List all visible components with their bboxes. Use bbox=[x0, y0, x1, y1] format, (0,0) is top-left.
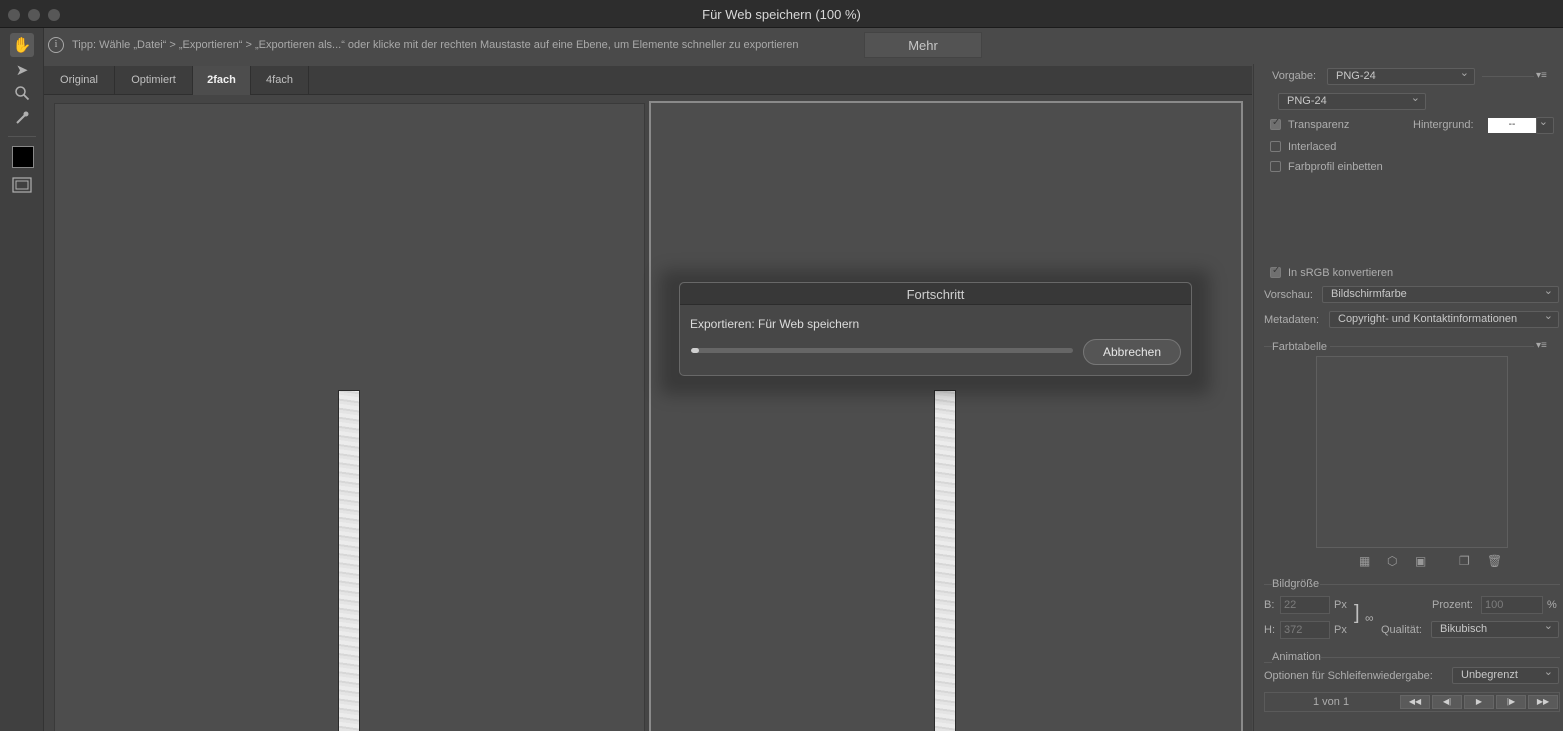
info-icon: i bbox=[48, 37, 64, 53]
srgb-checkbox[interactable] bbox=[1270, 265, 1281, 278]
progress-dialog-title: Fortschritt bbox=[680, 283, 1191, 305]
embed-profile-checkbox[interactable] bbox=[1270, 161, 1281, 172]
preset-select[interactable]: PNG-24 bbox=[1327, 68, 1475, 85]
percent-label: Prozent: bbox=[1432, 599, 1473, 611]
view-tabs: Original Optimiert 2fach 4fach bbox=[44, 66, 1252, 95]
hint-bar: i Tipp: Wähle „Datei“ > „Exportieren“ > … bbox=[44, 28, 1563, 64]
play-icon[interactable]: ▶ bbox=[1464, 695, 1494, 709]
map-transparent-icon[interactable]: ▦ bbox=[1359, 554, 1370, 568]
divider bbox=[1330, 346, 1534, 347]
preview-area bbox=[44, 95, 1252, 731]
divider bbox=[1482, 76, 1534, 77]
next-frame-icon[interactable]: |▶ bbox=[1496, 695, 1526, 709]
preview-select[interactable]: Bildschirmfarbe bbox=[1322, 286, 1559, 303]
height-unit: Px bbox=[1334, 624, 1347, 636]
loop-options-label: Optionen für Schleifenwiedergabe: bbox=[1264, 670, 1433, 682]
srgb-label: In sRGB konvertieren bbox=[1288, 267, 1394, 279]
transparency-checkbox[interactable] bbox=[1270, 117, 1281, 130]
progress-bar-fill bbox=[691, 348, 699, 353]
preset-menu-icon[interactable]: ▾≡ bbox=[1536, 70, 1547, 81]
preview-image bbox=[934, 390, 956, 731]
tool-separator bbox=[8, 136, 36, 137]
web-shift-icon[interactable]: ⬡ bbox=[1387, 554, 1397, 568]
divider bbox=[1264, 346, 1272, 347]
progress-message: Exportieren: Für Web speichern bbox=[690, 317, 860, 331]
preview-image bbox=[338, 390, 360, 731]
percent-unit: % bbox=[1547, 599, 1557, 611]
animation-frame-bar: 1 von 1 ◀◀ ◀| ▶ |▶ ▶▶ bbox=[1264, 692, 1560, 712]
eyedropper-icon[interactable] bbox=[10, 106, 34, 130]
metadata-label: Metadaten: bbox=[1264, 314, 1320, 326]
optimized-preview-pane[interactable] bbox=[649, 101, 1243, 731]
quality-select[interactable]: Bikubisch bbox=[1431, 621, 1559, 638]
percent-field[interactable]: 100 bbox=[1481, 596, 1543, 614]
progress-bar bbox=[691, 348, 1073, 353]
color-table[interactable] bbox=[1316, 356, 1508, 548]
background-dropdown[interactable] bbox=[1536, 117, 1554, 134]
background-color-select[interactable]: -- bbox=[1488, 118, 1536, 133]
slice-select-icon[interactable]: ➤ bbox=[10, 58, 34, 82]
settings-panel: Vorgabe: PNG-24 ▾≡ PNG-24 Transparenz Hi… bbox=[1253, 64, 1563, 731]
preset-label: Vorgabe: bbox=[1272, 70, 1317, 82]
preview-label: Vorschau: bbox=[1264, 289, 1313, 301]
height-field[interactable]: 372 bbox=[1280, 621, 1330, 639]
more-button[interactable]: Mehr bbox=[864, 32, 982, 58]
loop-select[interactable]: Unbegrenzt bbox=[1452, 667, 1559, 684]
original-preview-pane[interactable] bbox=[54, 103, 645, 731]
previous-frame-icon[interactable]: ◀| bbox=[1432, 695, 1462, 709]
interlaced-label: Interlaced bbox=[1288, 141, 1337, 153]
zoom-icon[interactable] bbox=[10, 81, 34, 105]
width-unit: Px bbox=[1334, 599, 1347, 611]
new-color-icon[interactable]: ❐ bbox=[1459, 554, 1470, 568]
hand-icon[interactable]: ✋ bbox=[10, 33, 34, 57]
link-bracket: ] bbox=[1354, 602, 1360, 624]
last-frame-icon[interactable]: ▶▶ bbox=[1528, 695, 1558, 709]
transparency-label: Transparenz bbox=[1288, 119, 1350, 131]
tab-optimized[interactable]: Optimiert bbox=[115, 66, 193, 95]
tab-4up[interactable]: 4fach bbox=[251, 66, 309, 95]
cancel-button[interactable]: Abbrechen bbox=[1083, 339, 1181, 365]
tab-2up[interactable]: 2fach bbox=[193, 66, 251, 95]
tab-original[interactable]: Original bbox=[44, 66, 115, 95]
interlaced-checkbox[interactable] bbox=[1270, 141, 1281, 152]
quality-label: Qualität: bbox=[1381, 624, 1422, 636]
link-icon[interactable]: ∞ bbox=[1365, 611, 1374, 625]
width-field[interactable]: 22 bbox=[1280, 596, 1330, 614]
width-label: B: bbox=[1264, 599, 1275, 611]
title-bar: Für Web speichern (100 %) bbox=[0, 0, 1563, 28]
hint-text: Tipp: Wähle „Datei“ > „Exportieren“ > „E… bbox=[72, 39, 799, 51]
first-frame-icon[interactable]: ◀◀ bbox=[1400, 695, 1430, 709]
divider bbox=[1320, 584, 1560, 585]
image-size-label: Bildgröße bbox=[1272, 578, 1320, 590]
background-label: Hintergrund: bbox=[1413, 119, 1474, 131]
divider bbox=[1320, 657, 1560, 658]
metadata-select[interactable]: Copyright- und Kontaktinformationen bbox=[1329, 311, 1559, 328]
preview-toggle-icon[interactable] bbox=[10, 173, 34, 197]
divider bbox=[1264, 662, 1272, 663]
progress-dialog: Fortschritt Exportieren: Für Web speiche… bbox=[679, 282, 1192, 376]
color-table-label: Farbtabelle bbox=[1272, 341, 1328, 353]
divider bbox=[1264, 584, 1272, 585]
color-table-menu-icon[interactable]: ▾≡ bbox=[1536, 340, 1547, 351]
frame-counter: 1 von 1 bbox=[1313, 696, 1350, 708]
height-label: H: bbox=[1264, 624, 1275, 636]
color-swatch[interactable] bbox=[12, 146, 34, 168]
tool-strip: ✋ ➤ bbox=[0, 28, 44, 731]
format-select[interactable]: PNG-24 bbox=[1278, 93, 1426, 110]
embed-profile-label: Farbprofil einbetten bbox=[1288, 161, 1383, 173]
trash-icon[interactable]: 🗑 bbox=[1487, 554, 1502, 568]
animation-label: Animation bbox=[1272, 651, 1321, 663]
lock-color-icon[interactable]: ▣ bbox=[1415, 554, 1426, 568]
window-title: Für Web speichern (100 %) bbox=[702, 7, 861, 22]
